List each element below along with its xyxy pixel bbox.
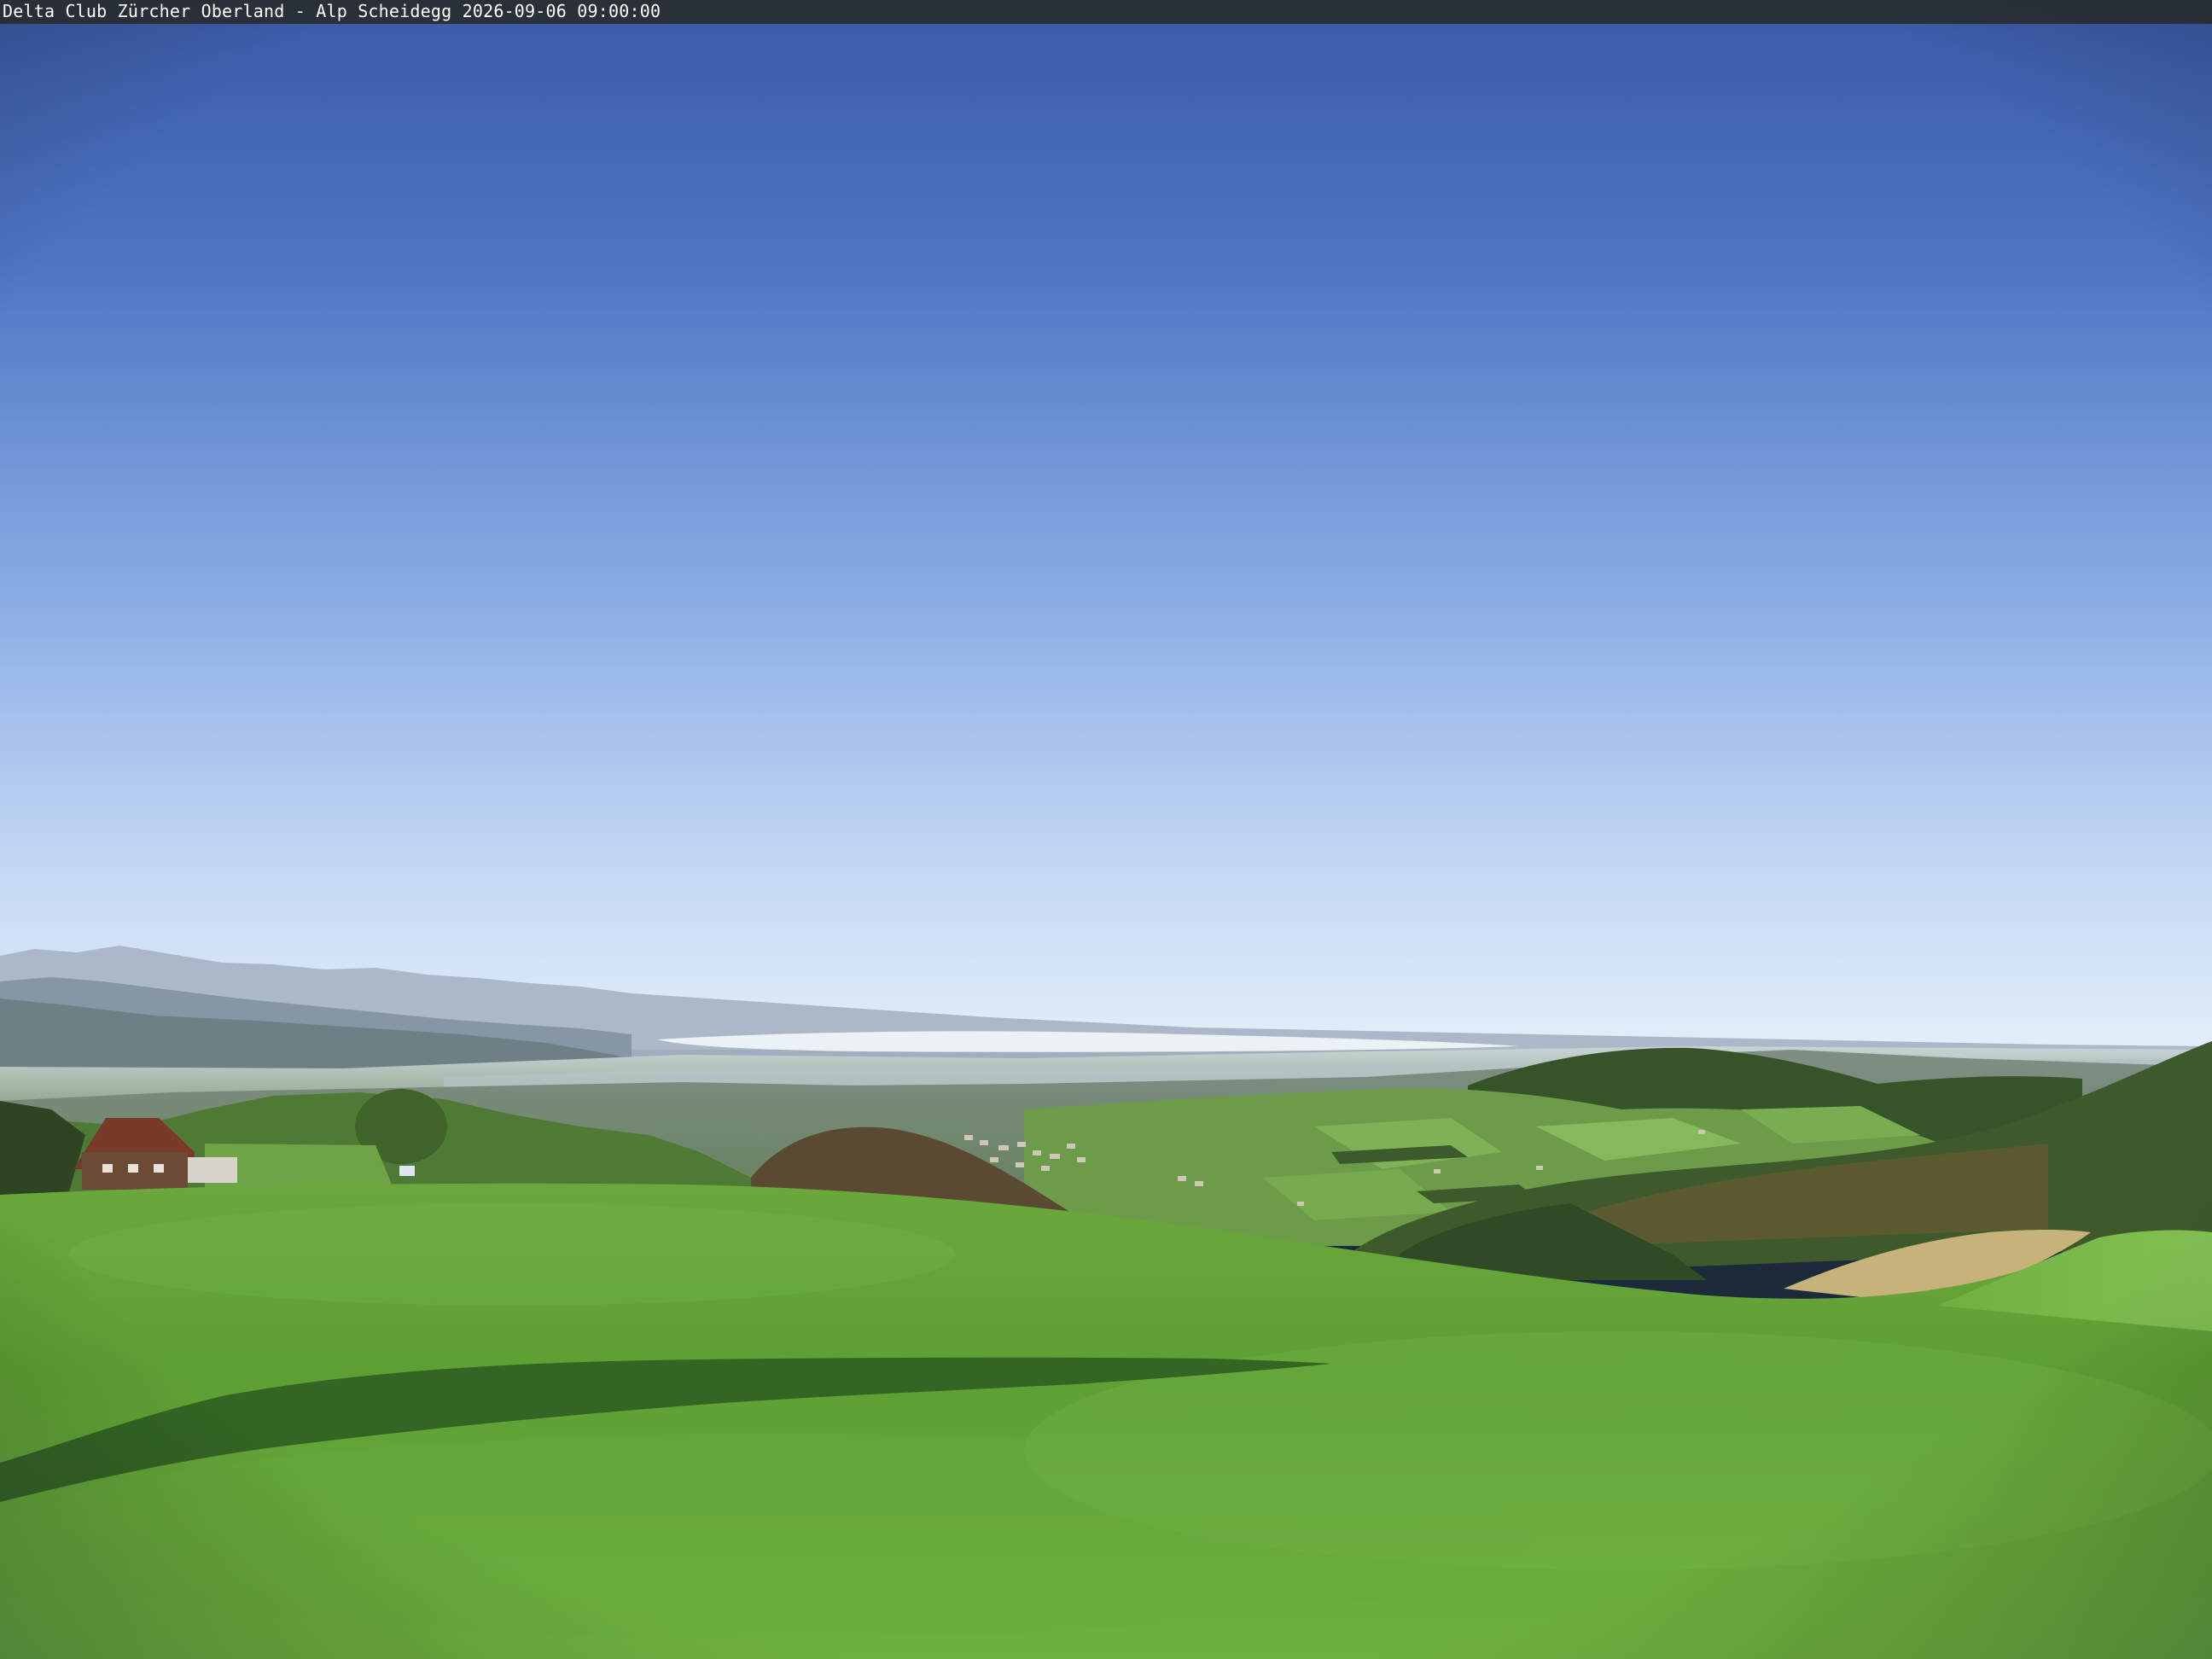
landscape-photo bbox=[0, 0, 2212, 1659]
caption-bar: Delta Club Zürcher Oberland - Alp Scheid… bbox=[0, 0, 2212, 24]
webcam-frame: Delta Club Zürcher Oberland - Alp Scheid… bbox=[0, 0, 2212, 1659]
caption-text: Delta Club Zürcher Oberland - Alp Scheid… bbox=[3, 1, 661, 21]
lens-vignette bbox=[0, 0, 2212, 1659]
